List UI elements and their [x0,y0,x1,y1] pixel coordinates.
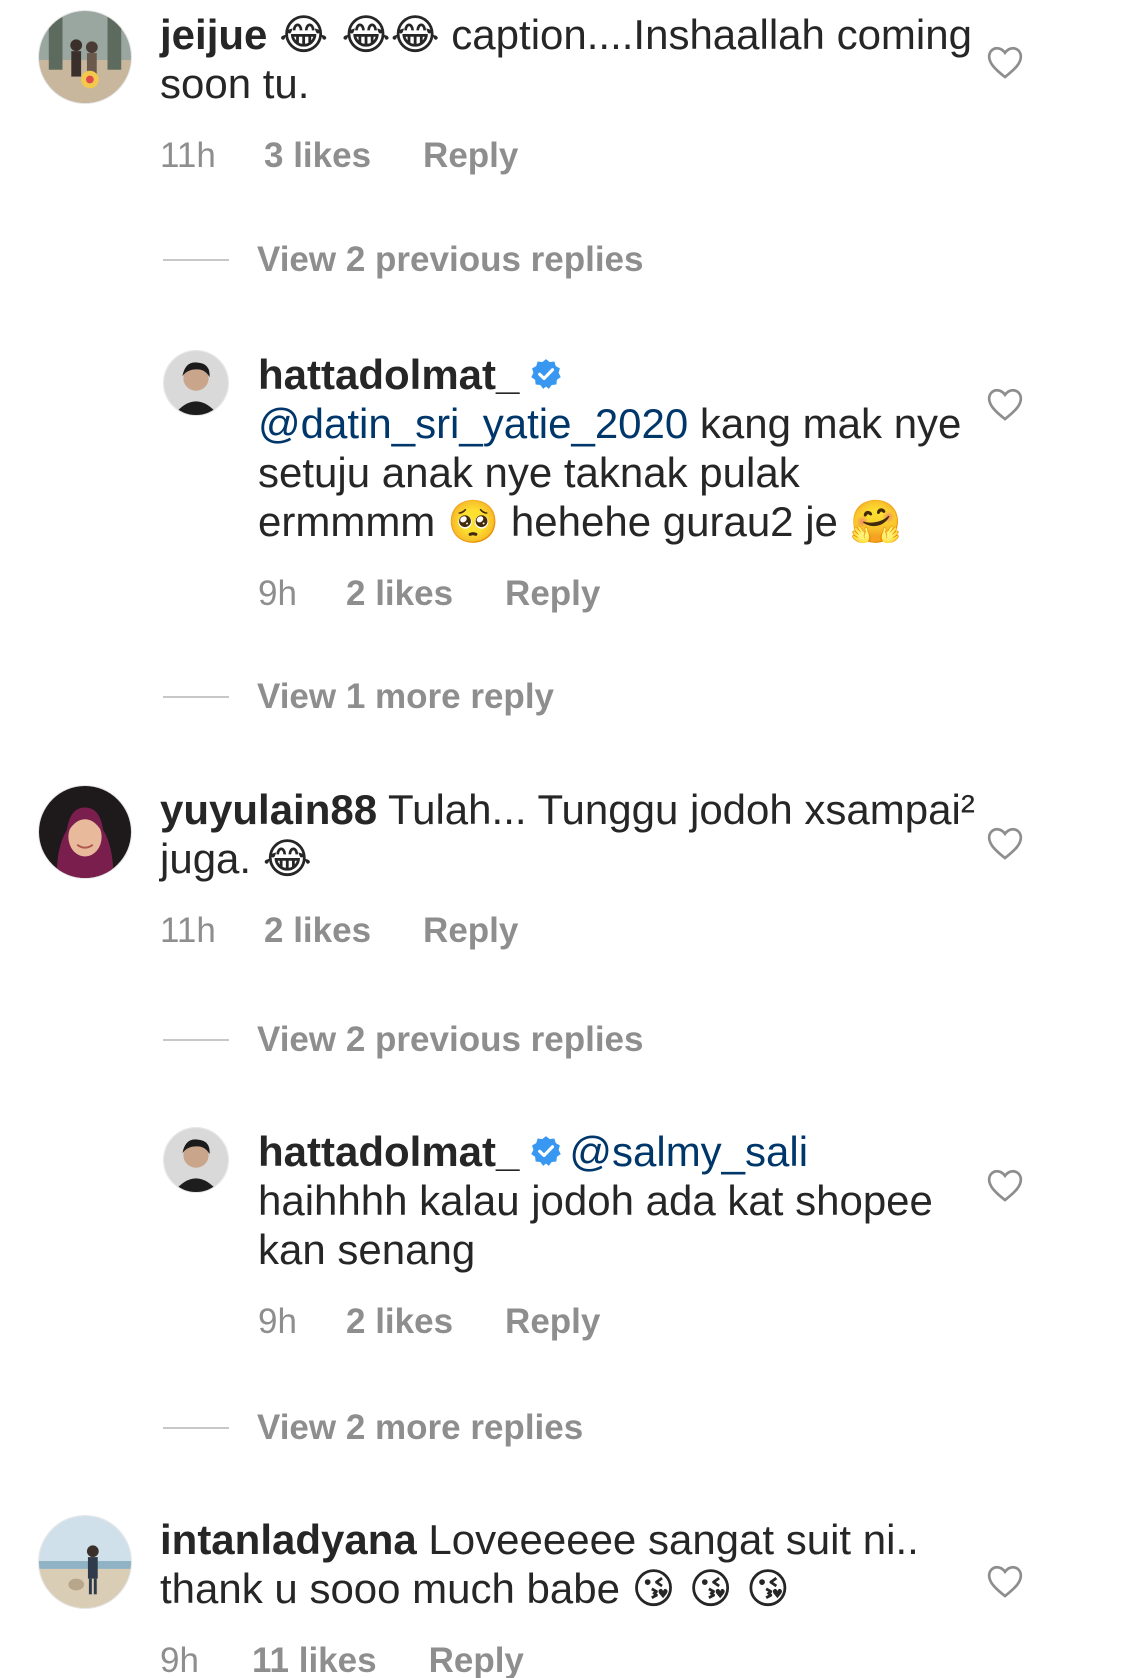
mention-link[interactable]: @datin_sri_yatie_2020 [258,400,688,447]
avatar[interactable] [163,1127,229,1193]
heart-icon[interactable] [986,386,1024,422]
comment-text: intanladyana Loveeeeee sangat suit ni.. … [160,1515,980,1613]
view-replies-label[interactable]: View 2 previous replies [257,1020,644,1060]
timestamp: 11h [160,136,216,175]
username[interactable]: intanladyana [160,1516,417,1563]
verified-badge-icon [529,357,563,391]
reply-meta: 9h 2 likes Reply [258,1302,978,1342]
comment-text: yuyulain88 Tulah... Tunggu jodoh xsampai… [160,785,980,883]
comment-text: jeijue 😂 😂😂 caption....Inshaallah coming… [160,10,980,108]
divider-line [163,259,229,261]
laughing-emoji: 😂 [262,834,312,883]
likes-count[interactable]: 2 likes [346,574,453,614]
comment-body: jeijue 😂 😂😂 caption....Inshaallah coming… [160,10,980,176]
reply-body: hattadolmat_ @datin_sri_yatie_2020 kang … [258,350,978,614]
likes-count[interactable]: 11 likes [252,1641,377,1678]
comments-list: jeijue 😂 😂😂 caption....Inshaallah coming… [0,0,1125,1678]
hugging-emoji: 🤗 [849,497,902,546]
view-previous-replies[interactable]: View 2 previous replies [163,240,644,280]
likes-count[interactable]: 2 likes [346,1302,453,1342]
kissing-emoji: 😘 😘 😘 [631,1564,790,1613]
comment-meta: 11h 2 likes Reply [160,911,980,951]
laughing-emoji: 😂 😂😂 [279,10,440,59]
timestamp: 9h [258,1302,297,1341]
view-replies-label[interactable]: View 2 previous replies [257,240,644,280]
reply-message-2: hehehe gurau2 je [499,498,850,545]
divider-line [163,1039,229,1041]
comment-body: intanladyana Loveeeeee sangat suit ni.. … [160,1515,980,1678]
timestamp: 11h [160,911,216,950]
heart-icon[interactable] [986,1563,1024,1599]
heart-icon[interactable] [986,44,1024,80]
reply-text: hattadolmat_ @salmy_sali haihhhh kalau jo… [258,1127,978,1274]
username[interactable]: yuyulain88 [160,786,377,833]
view-replies-label[interactable]: View 2 more replies [257,1408,583,1448]
avatar[interactable] [38,1515,132,1609]
verified-badge-icon [529,1134,563,1168]
view-previous-replies[interactable]: View 2 previous replies [163,1020,644,1060]
reply-button[interactable]: Reply [423,136,518,176]
divider-line [163,696,229,698]
avatar[interactable] [38,10,132,104]
likes-count[interactable]: 2 likes [264,911,371,951]
heart-icon[interactable] [986,1167,1024,1203]
view-more-replies[interactable]: View 2 more replies [163,1408,583,1448]
username[interactable]: hattadolmat_ [258,351,519,398]
avatar[interactable] [163,350,229,416]
heart-icon[interactable] [986,825,1024,861]
reply-button[interactable]: Reply [429,1641,524,1678]
comment-body: yuyulain88 Tulah... Tunggu jodoh xsampai… [160,785,980,951]
avatar[interactable] [38,785,132,879]
reply-button[interactable]: Reply [423,911,518,951]
likes-count[interactable]: 3 likes [264,136,371,176]
username[interactable]: jeijue [160,11,267,58]
comment-meta: 11h 3 likes Reply [160,136,980,176]
reply-body: hattadolmat_ @salmy_sali haihhhh kalau jo… [258,1127,978,1342]
timestamp: 9h [160,1641,199,1678]
username[interactable]: hattadolmat_ [258,1128,519,1175]
mention-link[interactable]: @salmy_sali [569,1128,808,1175]
pleading-emoji: 🥺 [446,497,500,546]
view-replies-label[interactable]: View 1 more reply [257,677,554,717]
comment-meta: 9h 11 likes Reply [160,1641,980,1678]
timestamp: 9h [258,574,297,613]
reply-text: hattadolmat_ @datin_sri_yatie_2020 kang … [258,350,978,546]
divider-line [163,1427,229,1429]
reply-message: haihhhh kalau jodoh ada kat shopee kan s… [258,1177,933,1273]
view-more-replies[interactable]: View 1 more reply [163,677,554,717]
reply-button[interactable]: Reply [505,1302,600,1342]
reply-button[interactable]: Reply [505,574,600,614]
reply-meta: 9h 2 likes Reply [258,574,978,614]
